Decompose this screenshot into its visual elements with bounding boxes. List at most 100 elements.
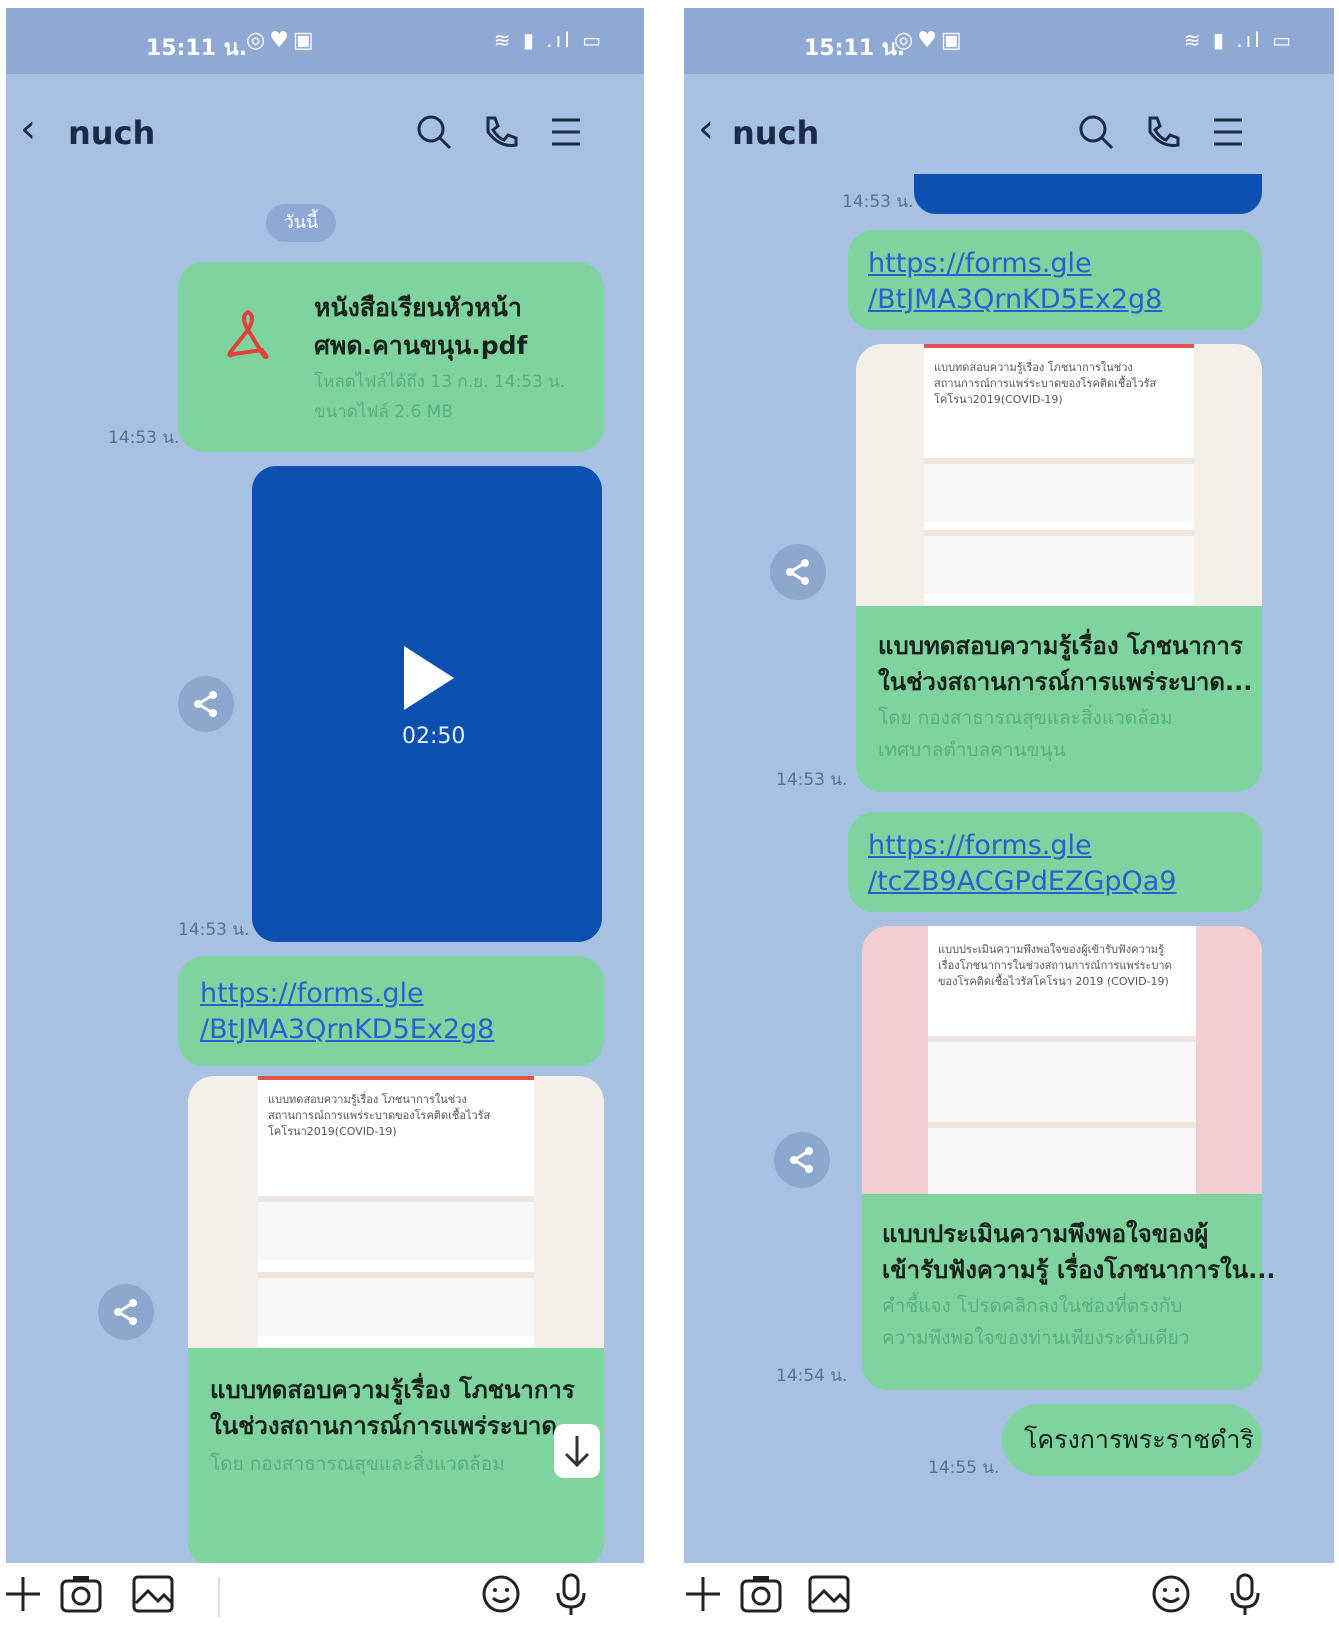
phone-icon[interactable] (480, 112, 520, 152)
form-sheet: แบบทดสอบความรู้เรื่อง โภชนาการในช่วง สถา… (924, 344, 1194, 610)
share-button[interactable] (98, 1284, 154, 1340)
video-message[interactable]: 02:50 (252, 466, 602, 942)
menu-icon[interactable] (546, 112, 586, 152)
status-bar: 15:11 น. ◎♥▣ ≋ ▮ .ıl ▭ (6, 8, 644, 74)
form-row (924, 530, 1194, 594)
menu-icon[interactable] (1208, 112, 1248, 152)
arrow-down-icon (564, 1436, 590, 1468)
share-icon (786, 559, 809, 585)
card-title-line2: ในช่วงสถานการณ์การแพร่ระบาด... (878, 668, 1253, 696)
contact-name: nuch (68, 114, 156, 152)
emoji-icon[interactable] (478, 1571, 524, 1617)
card-sub-line2: ความพึงพอใจของท่านเพียงระดับเดียว (882, 1327, 1190, 1349)
form-preview-text: แบบประเมินความพึงพอใจของผู้เข้ารับฟังควา… (938, 943, 1172, 988)
link-message[interactable]: https://forms.gle /BtJMA3QrnKD5Ex2g8 (848, 230, 1262, 330)
image-icon[interactable] (806, 1571, 852, 1617)
share-icon (114, 1299, 137, 1325)
link-line2[interactable]: /tcZB9ACGPdEZGpQa9 (868, 864, 1177, 900)
card-title-line1: แบบประเมินความพึงพอใจของผู้ (882, 1220, 1209, 1248)
form-top-line (924, 344, 1194, 348)
link-line2[interactable]: /BtJMA3QrnKD5Ex2g8 (868, 282, 1162, 318)
contact-name: nuch (732, 114, 820, 152)
link-message[interactable]: https://forms.gle /tcZB9ACGPdEZGpQa9 (848, 812, 1262, 912)
form-preview-image[interactable]: แบบทดสอบความรู้เรื่อง โภชนาการในช่วง สถา… (188, 1076, 604, 1356)
video-duration: 02:50 (402, 724, 466, 749)
form-preview-text: แบบทดสอบความรู้เรื่อง โภชนาการในช่วง สถา… (934, 361, 1157, 406)
link-message[interactable]: https://forms.gle /BtJMA3QrnKD5Ex2g8 (178, 956, 604, 1066)
file-name-line2: ศพด.คานขนุน.pdf (314, 331, 528, 360)
message-time: 14:53 น. (108, 428, 180, 448)
chat-header: ‹ nuch (684, 74, 1334, 184)
card-title-line1: แบบทดสอบความรู้เรื่อง โภชนาการ (878, 632, 1243, 660)
form-card[interactable]: แบบทดสอบความรู้เรื่อง โภชนาการ ในช่วงสถา… (856, 606, 1262, 792)
card-sub-line1: คำชี้แจง โปรดคลิกลงในช่องที่ตรงกับ (882, 1295, 1183, 1317)
form-card[interactable]: แบบประเมินความพึงพอใจของผู้ เข้ารับฟังคว… (862, 1194, 1275, 1390)
form-card[interactable]: แบบทดสอบความรู้เรื่อง โภชนาการ ในช่วงสถา… (188, 1348, 604, 1563)
plus-icon[interactable] (680, 1571, 726, 1617)
camera-icon[interactable] (738, 1571, 784, 1617)
message-time: 14:54 น. (776, 1366, 848, 1386)
link-line1[interactable]: https://forms.gle (868, 246, 1092, 282)
file-info-line2: ขนาดไฟล์ 2.6 MB (314, 402, 454, 422)
chat-screen-right: 15:11 น. ◎♥▣ ≋ ▮ .ıl ▭ ‹ nuch 14:53 น. h… (684, 8, 1334, 1563)
scroll-down-button[interactable] (554, 1424, 600, 1478)
share-icon (194, 691, 217, 717)
microphone-icon[interactable] (1222, 1571, 1268, 1617)
image-icon[interactable] (130, 1571, 176, 1617)
card-sub-line1: โดย กองสาธารณสุขและสิ่งแวดล้อม (878, 707, 1173, 729)
message-time: 14:53 น. (842, 192, 914, 212)
back-icon[interactable]: ‹ (20, 106, 36, 152)
message-time: 14:53 น. (776, 770, 848, 790)
form-row (924, 458, 1194, 522)
card-sub-line2: เทศบาลตำบลคานขนุน (878, 739, 1066, 761)
chat-screen-left: 15:11 น. ◎♥▣ ≋ ▮ .ıl ▭ ‹ nuch วันนี้ หนั… (6, 8, 644, 1563)
link-line2[interactable]: /BtJMA3QrnKD5Ex2g8 (200, 1012, 494, 1048)
chat-header: ‹ nuch (6, 74, 644, 184)
link-line1[interactable]: https://forms.gle (868, 828, 1092, 864)
signal-battery-icons: ≋ ▮ .ıl ▭ (493, 28, 604, 52)
card-title-line2: ในช่วงสถานการณ์การแพร่ระบาด. (210, 1412, 567, 1440)
status-time: 15:11 น. (804, 36, 906, 61)
form-row (258, 1272, 534, 1336)
share-button[interactable] (774, 1132, 830, 1188)
play-icon[interactable] (404, 646, 454, 710)
emoji-icon[interactable] (1148, 1571, 1194, 1617)
pdf-icon (227, 309, 269, 360)
date-separator: วันนี้ (266, 204, 336, 242)
form-row (928, 1036, 1196, 1122)
share-button[interactable] (770, 544, 826, 600)
file-message[interactable]: หนังสือเรียนหัวหน้า ศพด.คานขนุน.pdf โหลด… (178, 262, 604, 452)
redacted-message (914, 174, 1262, 214)
link-line1[interactable]: https://forms.gle (200, 976, 424, 1012)
form-preview-image[interactable]: แบบประเมินความพึงพอใจของผู้เข้ารับฟังควา… (862, 926, 1262, 1196)
notification-icons: ◎♥▣ (894, 28, 966, 53)
form-sheet: แบบประเมินความพึงพอใจของผู้เข้ารับฟังควา… (928, 926, 1196, 1196)
back-icon[interactable]: ‹ (698, 106, 714, 152)
input-bar-right (680, 1563, 1339, 1638)
card-title-line2: เข้ารับฟังความรู้ เรื่องโภชนาการใน... (882, 1256, 1276, 1284)
text-message[interactable]: โครงการพระราชดำริ (1002, 1404, 1262, 1476)
phone-icon[interactable] (1142, 112, 1182, 152)
search-icon[interactable] (1076, 112, 1116, 152)
form-row (258, 1196, 534, 1260)
form-sheet: แบบทดสอบความรู้เรื่อง โภชนาการในช่วง สถา… (258, 1076, 534, 1356)
search-icon[interactable] (414, 112, 454, 152)
message-text: โครงการพระราชดำริ (1024, 1425, 1254, 1454)
input-divider (218, 1577, 220, 1617)
plus-icon[interactable] (0, 1571, 46, 1617)
share-icon (790, 1147, 813, 1173)
card-title-line1: แบบทดสอบความรู้เรื่อง โภชนาการ (210, 1376, 575, 1404)
form-preview-text: แบบทดสอบความรู้เรื่อง โภชนาการในช่วง สถา… (268, 1093, 491, 1138)
form-preview-image[interactable]: แบบทดสอบความรู้เรื่อง โภชนาการในช่วง สถา… (856, 344, 1262, 610)
share-button[interactable] (178, 676, 234, 732)
notification-icons: ◎♥▣ (246, 28, 318, 53)
message-time: 14:55 น. (928, 1458, 1000, 1478)
status-bar: 15:11 น. ◎♥▣ ≋ ▮ .ıl ▭ (684, 8, 1334, 74)
status-time: 15:11 น. (146, 36, 248, 61)
message-time: 14:53 น. (178, 920, 250, 940)
microphone-icon[interactable] (548, 1571, 594, 1617)
file-info-line1: โหลดไฟล์ได้ถึง 13 ก.ย. 14:53 น. (314, 372, 566, 392)
file-name-line1: หนังสือเรียนหัวหน้า (314, 293, 522, 322)
signal-battery-icons: ≋ ▮ .ıl ▭ (1183, 28, 1294, 52)
camera-icon[interactable] (58, 1571, 104, 1617)
